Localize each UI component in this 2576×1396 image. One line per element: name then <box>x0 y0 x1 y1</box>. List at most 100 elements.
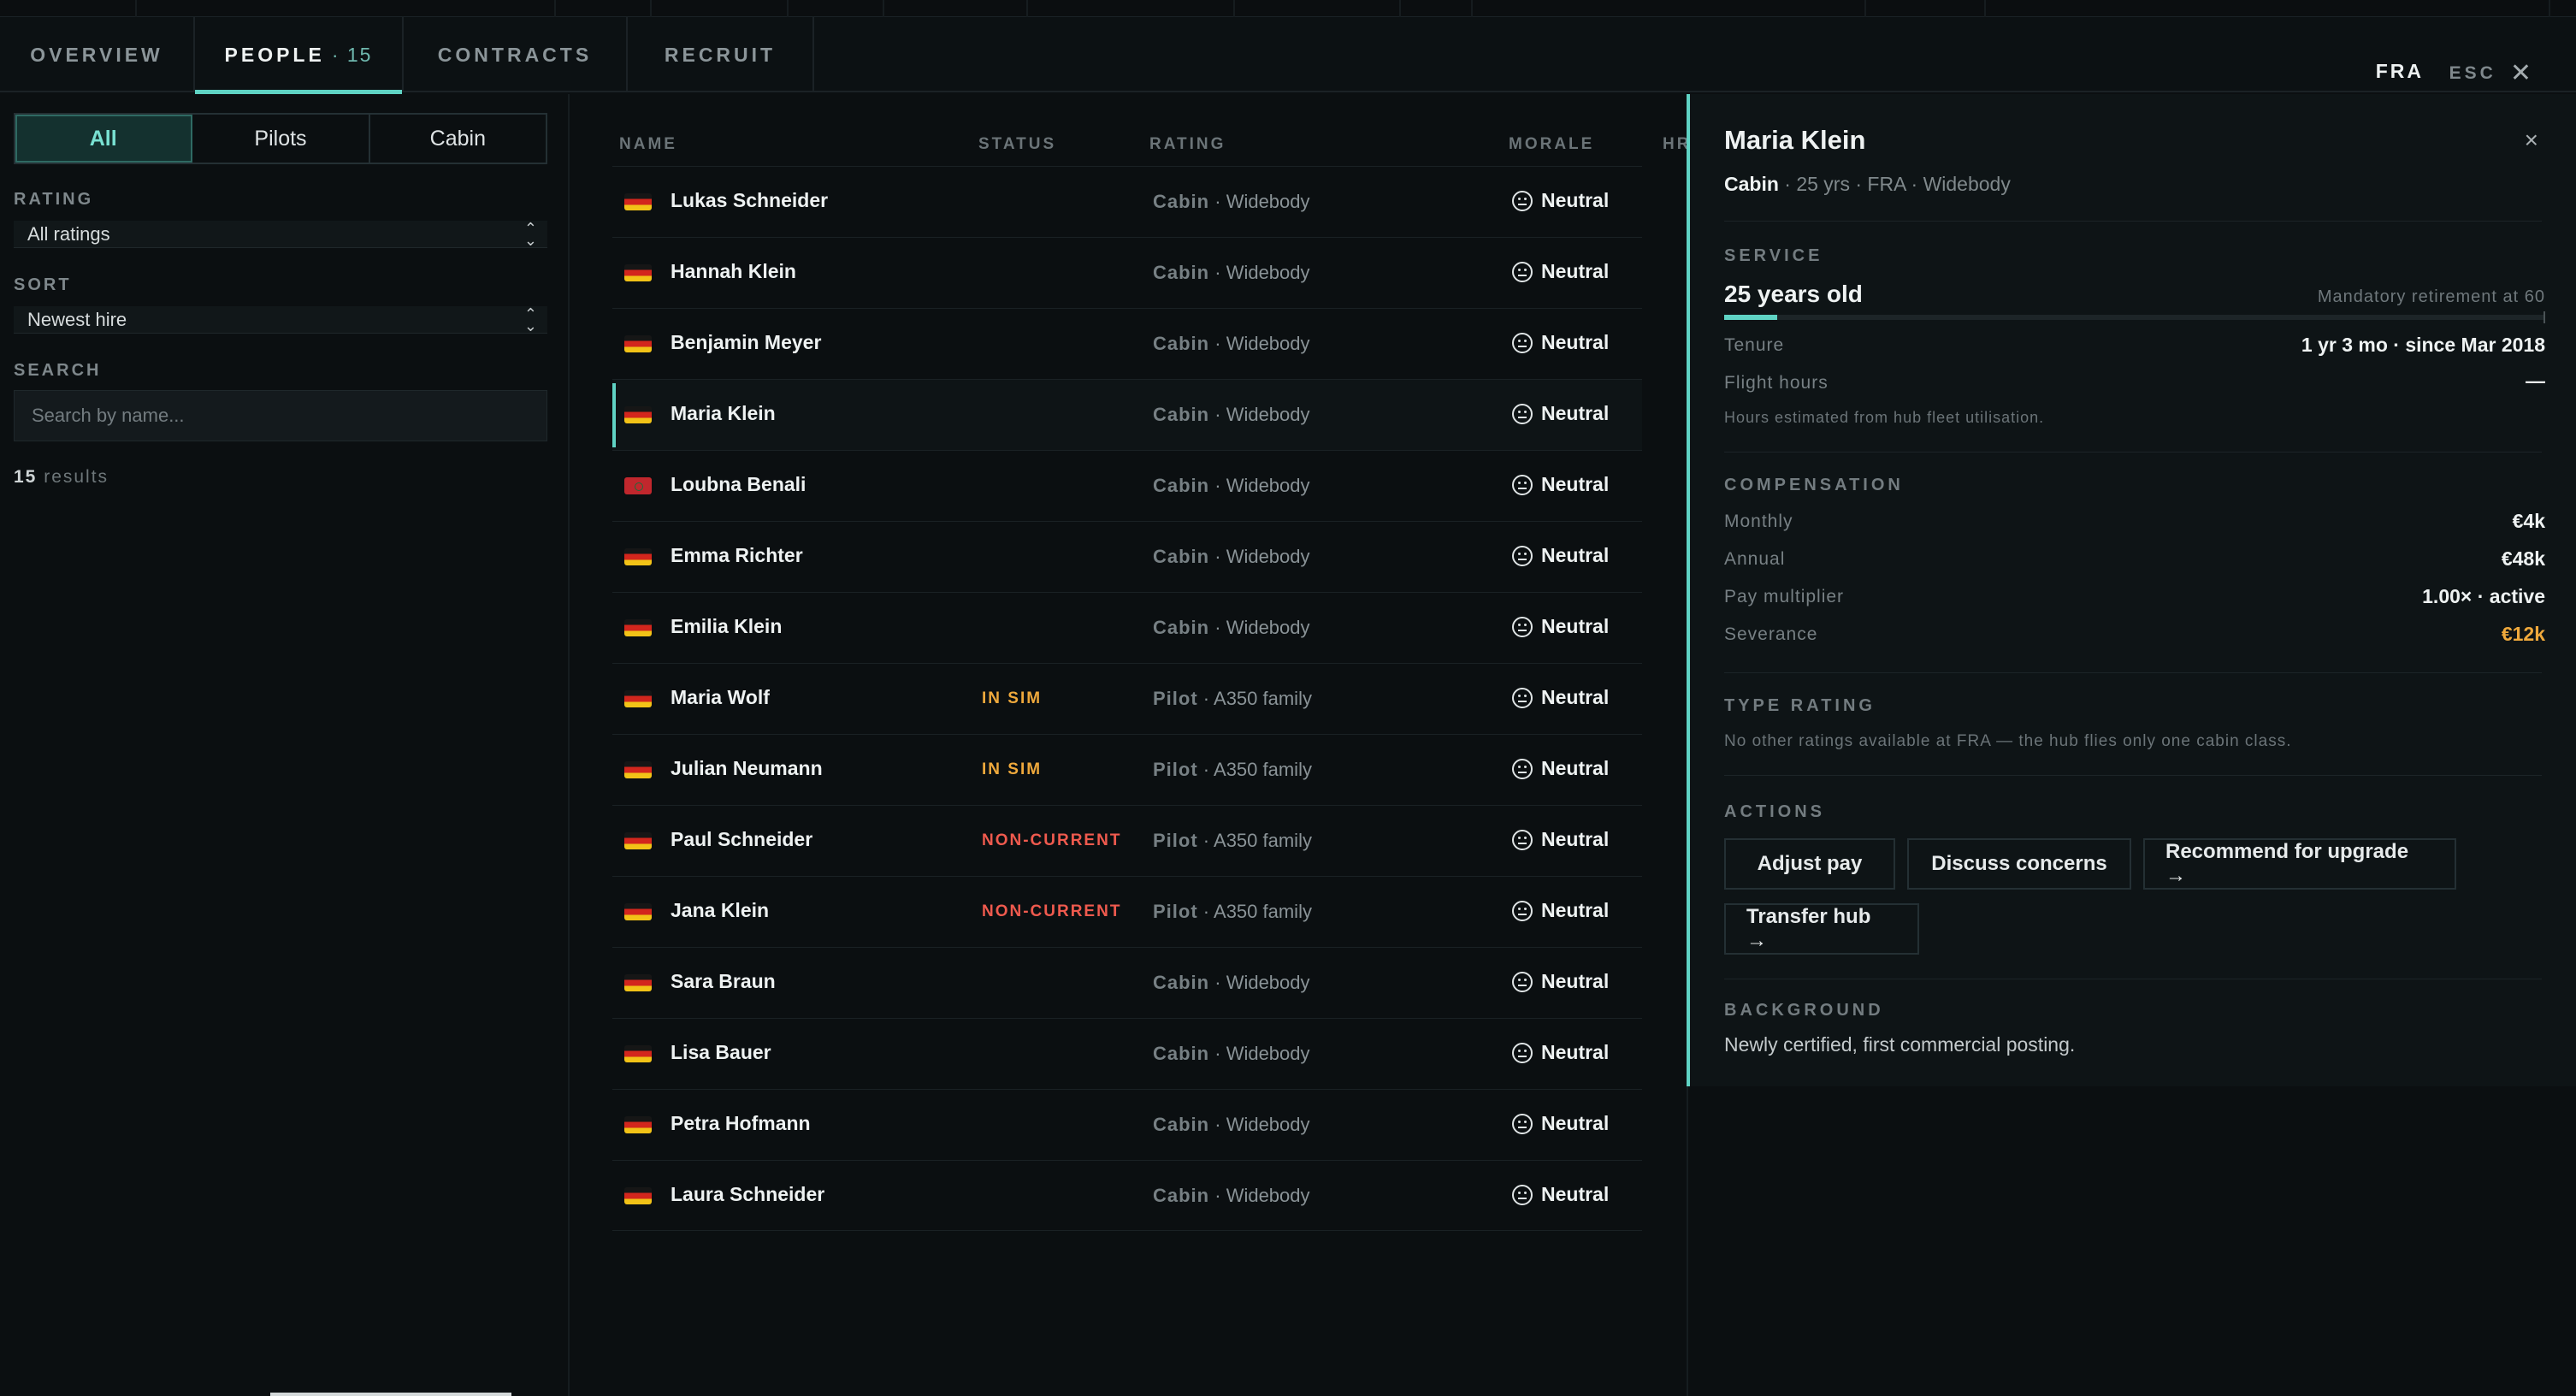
person-name: Loubna Benali <box>671 473 806 495</box>
neutral-face-icon <box>1512 1042 1533 1063</box>
person-role: Cabin <box>1153 1185 1210 1206</box>
column-header-status[interactable]: STATUS <box>978 135 1056 166</box>
tab-recruit[interactable]: RECRUIT <box>628 17 814 92</box>
status-badge: IN SIM <box>982 760 1043 778</box>
person-rating: Cabin · Widebody <box>1153 1043 1310 1065</box>
flag-icon <box>624 1045 652 1062</box>
person-name: Jana Klein <box>671 899 770 921</box>
column-header-name[interactable]: NAME <box>619 135 677 166</box>
morale-label: Neutral <box>1541 1183 1610 1205</box>
transfer-hub-button[interactable]: Transfer hub → <box>1724 903 1919 955</box>
search-input[interactable]: Search by name... <box>14 390 547 441</box>
table-row[interactable]: Julian Neumann IN SIM Pilot · A350 family N… <box>612 734 1642 805</box>
morale-label: Neutral <box>1541 970 1610 992</box>
flag-icon <box>624 974 652 991</box>
sort-select[interactable]: Newest hire ⌃ ⌄ <box>14 306 547 334</box>
person-rating: Pilot · A350 family <box>1153 759 1312 781</box>
service-progress-fill <box>1724 315 1778 320</box>
esc-close-button[interactable]: ESC ✕ <box>2449 58 2532 88</box>
pay-multiplier-label: Pay multiplier <box>1724 587 1845 606</box>
adjust-pay-button[interactable]: Adjust pay <box>1724 838 1895 890</box>
flag-icon <box>624 1187 652 1204</box>
rating-separator: · <box>1209 1185 1226 1206</box>
neutral-face-icon <box>1512 616 1533 637</box>
segment-cabin[interactable]: Cabin <box>370 115 546 163</box>
segment-all[interactable]: All <box>15 115 193 163</box>
person-rating: Pilot · A350 family <box>1153 830 1312 852</box>
table-row[interactable]: Maria Klein Cabin · Widebody Neutral <box>612 379 1642 450</box>
morale-cell: Neutral <box>1512 189 1609 212</box>
person-role: Pilot <box>1153 901 1198 922</box>
tab-people[interactable]: PEOPLE · 15 <box>195 17 404 94</box>
neutral-face-icon <box>1512 403 1533 424</box>
results-label: results <box>44 467 109 487</box>
person-name: Maria Klein <box>671 402 776 424</box>
tab-contracts[interactable]: CONTRACTS <box>404 17 628 92</box>
table-row[interactable]: Sara Braun Cabin · Widebody Neutral <box>612 947 1642 1018</box>
annual-value: €48k <box>2501 547 2545 570</box>
table-row[interactable]: Emilia Klein Cabin · Widebody Neutral <box>612 592 1642 663</box>
morale-label: Neutral <box>1541 544 1610 566</box>
sort-label: SORT <box>14 275 72 294</box>
role-segmented-control: All Pilots Cabin <box>14 113 547 164</box>
tab-overview[interactable]: OVERVIEW <box>0 17 195 92</box>
discuss-concerns-button[interactable]: Discuss concerns <box>1907 838 2131 890</box>
tenure-label: Tenure <box>1724 335 1785 355</box>
recommend-upgrade-button[interactable]: Recommend for upgrade → <box>2143 838 2456 890</box>
flight-hours-value: — <box>2526 370 2545 392</box>
person-name: Maria Wolf <box>671 686 770 708</box>
actions-section-label: ACTIONS <box>1724 802 1825 821</box>
detail-panel-empty-area <box>1687 1086 2576 1396</box>
neutral-face-icon <box>1512 687 1533 708</box>
table-row[interactable]: Emma Richter Cabin · Widebody Neutral <box>612 521 1642 592</box>
table-row[interactable]: Lukas Schneider Cabin · Widebody Neutral <box>612 166 1642 237</box>
horizontal-scrollbar[interactable] <box>270 1393 511 1396</box>
segment-pilots[interactable]: Pilots <box>192 115 370 163</box>
close-icon[interactable]: × <box>2525 127 2538 154</box>
table-row[interactable]: Jana Klein NON-CURRENT Pilot · A350 family… <box>612 876 1642 947</box>
person-type-rating: Widebody <box>1226 972 1310 993</box>
rating-select[interactable]: All ratings ⌃ ⌄ <box>14 221 547 248</box>
age-text: 25 years old <box>1724 281 1863 307</box>
results-count: 15 results <box>14 467 109 488</box>
chevron-updown-icon: ⌃ ⌄ <box>523 220 537 249</box>
rating-separator: · <box>1209 617 1226 638</box>
status-badge: NON-CURRENT <box>982 902 1122 920</box>
tab-people-label: PEOPLE <box>224 43 325 66</box>
person-rating: Cabin · Widebody <box>1153 191 1310 213</box>
hours-note: Hours estimated from hub fleet utilisati… <box>1724 409 2045 426</box>
flag-icon <box>624 1116 652 1133</box>
morale-label: Neutral <box>1541 1112 1610 1134</box>
table-row[interactable]: Petra Hofmann Cabin · Widebody Neutral <box>612 1089 1642 1160</box>
person-rating: Pilot · A350 family <box>1153 688 1312 710</box>
neutral-face-icon <box>1512 829 1533 850</box>
person-role: Cabin <box>1153 546 1210 567</box>
morale-label: Neutral <box>1541 331 1610 353</box>
search-placeholder: Search by name... <box>32 405 185 426</box>
person-type-rating: A350 family <box>1214 830 1312 851</box>
morale-label: Neutral <box>1541 473 1610 495</box>
morale-cell: Neutral <box>1512 970 1609 993</box>
table-row[interactable]: Hannah Klein Cabin · Widebody Neutral <box>612 237 1642 308</box>
tab-overview-label: OVERVIEW <box>30 43 163 66</box>
table-row[interactable]: Paul Schneider NON-CURRENT Pilot · A350 fa… <box>612 805 1642 876</box>
rating-separator: · <box>1197 830 1214 851</box>
flag-icon <box>624 832 652 849</box>
rating-separator: · <box>1209 262 1226 283</box>
person-rating: Cabin · Widebody <box>1153 1114 1310 1136</box>
morale-cell: Neutral <box>1512 1112 1609 1135</box>
tab-contracts-label: CONTRACTS <box>437 43 593 66</box>
neutral-face-icon <box>1512 758 1533 779</box>
table-row[interactable]: Loubna Benali Cabin · Widebody Neutral <box>612 450 1642 521</box>
retirement-marker <box>2544 311 2545 323</box>
table-row[interactable]: Laura Schneider Cabin · Widebody Neutral <box>612 1160 1642 1231</box>
person-type-rating: Widebody <box>1226 475 1310 496</box>
search-label: SEARCH <box>14 361 102 380</box>
table-row[interactable]: Lisa Bauer Cabin · Widebody Neutral <box>612 1018 1642 1089</box>
person-name: Laura Schneider <box>671 1183 825 1205</box>
column-header-morale[interactable]: MORALE <box>1509 135 1594 166</box>
column-header-rating[interactable]: RATING <box>1149 135 1226 166</box>
table-row[interactable]: Maria Wolf IN SIM Pilot · A350 family Neutr… <box>612 663 1642 734</box>
person-rating: Cabin · Widebody <box>1153 546 1310 568</box>
table-row[interactable]: Benjamin Meyer Cabin · Widebody Neutral <box>612 308 1642 379</box>
